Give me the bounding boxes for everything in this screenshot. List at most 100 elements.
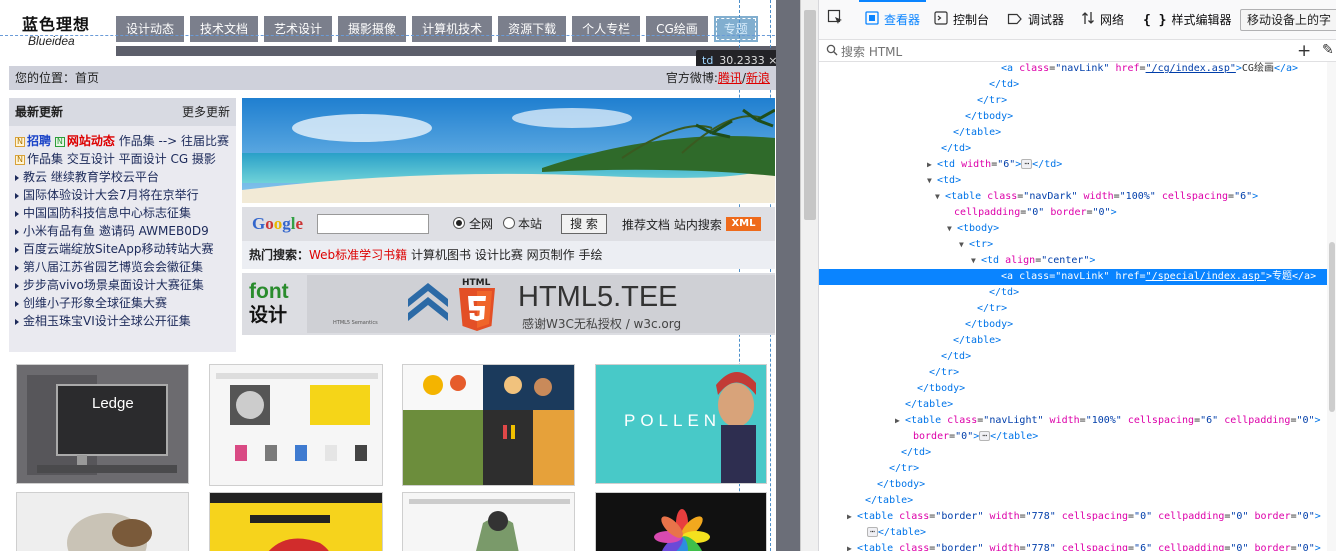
html5-banner[interactable]: HTML5 Semantics HTML HTML5.TEE 感谢W3C无私授权… (307, 275, 775, 333)
radio-all-web[interactable] (453, 217, 465, 229)
tab-debugger[interactable]: 调试器 (1007, 0, 1064, 40)
update-link[interactable]: 小米有品有鱼 邀请码 AWMEB0D9 (23, 224, 209, 238)
category-links[interactable]: 作品集 交互设计 平面设计 CG 摄影 (27, 152, 216, 166)
markup-line[interactable]: ▼ <tbody> (819, 221, 1336, 237)
collapse-arrow-icon[interactable]: ▼ (959, 237, 969, 253)
search-links[interactable]: 推荐文档 站内搜索 (622, 216, 722, 233)
tab-network[interactable]: 网络 (1081, 0, 1124, 40)
update-link[interactable]: 金相玉珠宝VI设计全球公开征集 (23, 314, 191, 328)
markup-line[interactable]: ▶ <table class="border" width="778" cells… (819, 541, 1336, 551)
list-item[interactable]: 金相玉珠宝VI设计全球公开征集 (15, 312, 230, 330)
list-item[interactable]: 教云 继续教育学校云平台 (15, 168, 230, 186)
nav-cg[interactable]: CG绘画 (646, 16, 708, 42)
ellipsis-expand-button[interactable]: ⋯ (867, 527, 878, 537)
expand-arrow-icon[interactable]: ▶ (927, 157, 937, 173)
markup-line[interactable]: </tbody> (819, 317, 1336, 333)
nav-downloads[interactable]: 资源下载 (498, 16, 567, 42)
expand-arrow-icon[interactable]: ▶ (895, 413, 905, 429)
element-picker-button[interactable] (827, 0, 848, 40)
list-item[interactable]: 国际体验设计大会7月将在京举行 (15, 186, 230, 204)
hot-search-links[interactable]: 计算机图书 设计比赛 网页制作 手绘 (411, 248, 602, 262)
markup-line[interactable]: ▶ <table class="navLight" width="100%" ce… (819, 413, 1336, 429)
beach-banner-image[interactable] (242, 98, 775, 203)
expand-arrow-icon[interactable]: ▶ (847, 509, 857, 525)
portfolio-thumbnail[interactable] (595, 492, 767, 551)
markup-tree[interactable]: <a class="navLink" href="/cg/index.asp">… (819, 62, 1336, 551)
list-item[interactable]: 百度云端绽放SiteApp移动转站大赛 (15, 240, 230, 258)
tab-inspector[interactable]: 查看器 (859, 0, 927, 40)
site-news-link[interactable]: 网站动态 (67, 134, 115, 148)
markup-line[interactable]: <a class="navLink" href="/cg/index.asp">… (819, 62, 1336, 77)
update-link[interactable]: 百度云端绽放SiteApp移动转站大赛 (23, 242, 213, 256)
tab-console[interactable]: 控制台 (934, 0, 989, 40)
markup-line[interactable]: </td> (819, 445, 1336, 461)
list-item[interactable]: 中国国防科技信息中心标志征集 (15, 204, 230, 222)
markup-line[interactable]: ▼ <td align="center"> (819, 253, 1336, 269)
markup-line[interactable]: ⋯ </table> (819, 525, 1336, 541)
markup-line[interactable]: </tbody> (819, 477, 1336, 493)
hot-search-first-link[interactable]: Web标准学习书籍 (309, 248, 407, 262)
ellipsis-expand-button[interactable]: ⋯ (979, 431, 991, 441)
update-link[interactable]: 创维小子形象全球征集大赛 (23, 296, 167, 310)
markup-line-selected[interactable]: <a class="navLink" href="/special/index.… (819, 269, 1336, 285)
list-item[interactable]: 小米有品有鱼 邀请码 AWMEB0D9 (15, 222, 230, 240)
markup-line[interactable]: </td> (819, 285, 1336, 301)
list-item[interactable]: 创维小子形象全球征集大赛 (15, 294, 230, 312)
markup-line[interactable]: </tr> (819, 301, 1336, 317)
collapse-arrow-icon[interactable]: ▼ (971, 253, 981, 269)
portfolio-thumbnail[interactable] (209, 364, 383, 486)
font-design-logo[interactable]: font 设计 (249, 281, 301, 329)
portfolio-thumbnail[interactable] (402, 364, 575, 486)
more-updates-link[interactable]: 更多更新 (182, 98, 230, 126)
radio-this-site[interactable] (503, 217, 515, 229)
xml-feed-button[interactable]: XML (726, 217, 761, 231)
markup-line[interactable]: </table> (819, 125, 1336, 141)
markup-line[interactable]: </table> (819, 397, 1336, 413)
markup-line[interactable]: </td> (819, 141, 1336, 157)
scrollbar-thumb[interactable] (1329, 242, 1335, 412)
markup-line[interactable]: </tr> (819, 93, 1336, 109)
markup-line[interactable]: </table> (819, 333, 1336, 349)
search-input[interactable] (317, 214, 429, 234)
scrollbar-thumb[interactable] (804, 10, 816, 220)
weibo-sina-link[interactable]: 新浪 (746, 71, 770, 85)
markup-line[interactable]: ▼ <tr> (819, 237, 1336, 253)
markup-line[interactable]: </table> (819, 493, 1336, 509)
html-search-input[interactable]: 搜索 HTML (841, 43, 902, 60)
markup-line[interactable]: ▼ <td> (819, 173, 1336, 189)
markup-line[interactable]: cellpadding="0" border="0"> (819, 205, 1336, 221)
markup-line[interactable]: ▶ <td width="6"> ⋯ </td> (819, 157, 1336, 173)
portfolio-thumbnail[interactable] (209, 492, 383, 551)
nav-design-news[interactable]: 设计动态 (116, 16, 185, 42)
nav-columns[interactable]: 个人专栏 (572, 16, 641, 42)
expand-arrow-icon[interactable]: ▶ (847, 541, 857, 551)
markup-line[interactable]: ▶ <table class="border" width="778" cells… (819, 509, 1336, 525)
portfolio-thumbnail[interactable] (402, 492, 575, 551)
update-link[interactable]: 步步高vivo场景桌面设计大赛征集 (23, 278, 204, 292)
markup-line[interactable]: border="0"> ⋯ </table> (819, 429, 1336, 445)
nav-photography[interactable]: 摄影摄像 (338, 16, 407, 42)
list-item[interactable]: 步步高vivo场景桌面设计大赛征集 (15, 276, 230, 294)
weibo-tencent-link[interactable]: 腾讯 (718, 71, 742, 85)
markup-line[interactable]: </td> (819, 77, 1336, 93)
portfolio-thumbnail[interactable]: POLLEN (595, 364, 767, 484)
nav-art-design[interactable]: 艺术设计 (264, 16, 333, 42)
tab-style-editor[interactable]: { } 样式编辑器 (1143, 0, 1232, 40)
nav-tech-docs[interactable]: 技术文档 (190, 16, 259, 42)
portfolio-thumbnail[interactable]: Ledge (16, 364, 189, 484)
page-scrollbar[interactable] (800, 0, 818, 551)
markup-line[interactable]: </tbody> (819, 381, 1336, 397)
search-button[interactable]: 搜 索 (561, 214, 607, 234)
recruit-link[interactable]: 招聘 (27, 134, 51, 148)
update-link[interactable]: 教云 继续教育学校云平台 (23, 170, 159, 184)
markup-line[interactable]: </tbody> (819, 109, 1336, 125)
portfolio-thumbnail[interactable] (16, 492, 189, 551)
devtools-scrollbar[interactable] (1327, 62, 1336, 551)
update-link[interactable]: 第八届江苏省园艺博览会会徽征集 (23, 260, 203, 274)
ellipsis-expand-button[interactable]: ⋯ (1021, 159, 1033, 169)
add-node-button[interactable]: + (1297, 40, 1311, 62)
nav-special[interactable]: 专题 (713, 16, 758, 42)
eyedropper-icon[interactable]: ✎ (1322, 42, 1334, 58)
site-logo[interactable]: 蓝色理想 Blueidea (22, 16, 112, 52)
responsive-design-button[interactable]: 移动设备上的字 (1240, 9, 1336, 31)
